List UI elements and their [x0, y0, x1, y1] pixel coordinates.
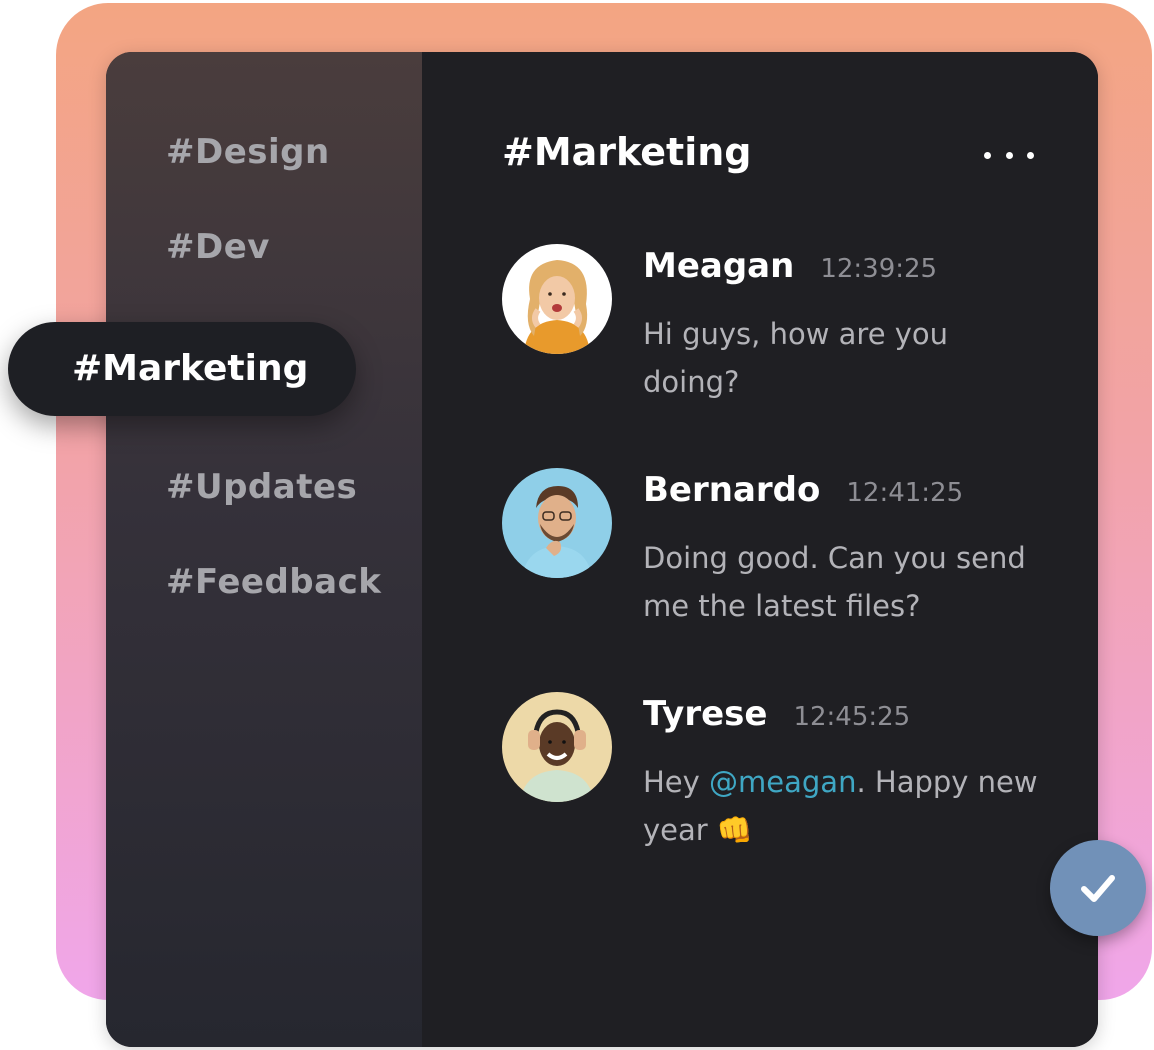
- message-time: 12:45:25: [793, 702, 911, 732]
- channel-sidebar: #Design #Dev #Updates #Feedback: [106, 52, 422, 1047]
- message-text-part: Hey: [643, 765, 710, 799]
- message-text: Doing good. Can you send me the latest f…: [643, 541, 1026, 623]
- chat-main: #Marketing Meagan 12:39:25 Hi guys, how …: [422, 52, 1098, 1047]
- message-time: 12:39:25: [820, 254, 938, 284]
- sender-name[interactable]: Meagan: [643, 246, 794, 286]
- check-icon: [1081, 875, 1115, 902]
- sender-name[interactable]: Tyrese: [643, 694, 767, 734]
- channel-design[interactable]: #Design: [166, 132, 330, 172]
- channel-label: #Marketing: [72, 348, 309, 389]
- message-header: Bernardo 12:41:25: [643, 470, 963, 510]
- channel-marketing-active[interactable]: #Marketing: [8, 322, 356, 416]
- avatar[interactable]: [502, 244, 612, 354]
- message-text: Hey @meagan. Happy new year 👊: [643, 758, 1043, 854]
- fist-bump-emoji: 👊: [716, 813, 754, 847]
- channel-updates[interactable]: #Updates: [166, 467, 357, 507]
- sender-name[interactable]: Bernardo: [643, 470, 820, 510]
- message-text: Hi guys, how are you doing?: [643, 317, 949, 399]
- user-mention[interactable]: @meagan: [709, 765, 856, 799]
- channel-dev[interactable]: #Dev: [166, 227, 270, 267]
- avatar[interactable]: [502, 468, 612, 578]
- message-header: Meagan 12:39:25: [643, 246, 937, 286]
- message-header: Tyrese 12:45:25: [643, 694, 910, 734]
- message-time: 12:41:25: [846, 478, 964, 508]
- stage: #Design #Dev #Updates #Feedback #Marketi…: [0, 0, 1154, 1050]
- channel-title: #Marketing: [502, 130, 752, 174]
- chat-window: #Design #Dev #Updates #Feedback #Marketi…: [106, 52, 1098, 1047]
- check-button[interactable]: [1050, 840, 1146, 936]
- more-horizontal-icon[interactable]: [984, 140, 1034, 170]
- channel-feedback[interactable]: #Feedback: [166, 562, 381, 602]
- avatar[interactable]: [502, 692, 612, 802]
